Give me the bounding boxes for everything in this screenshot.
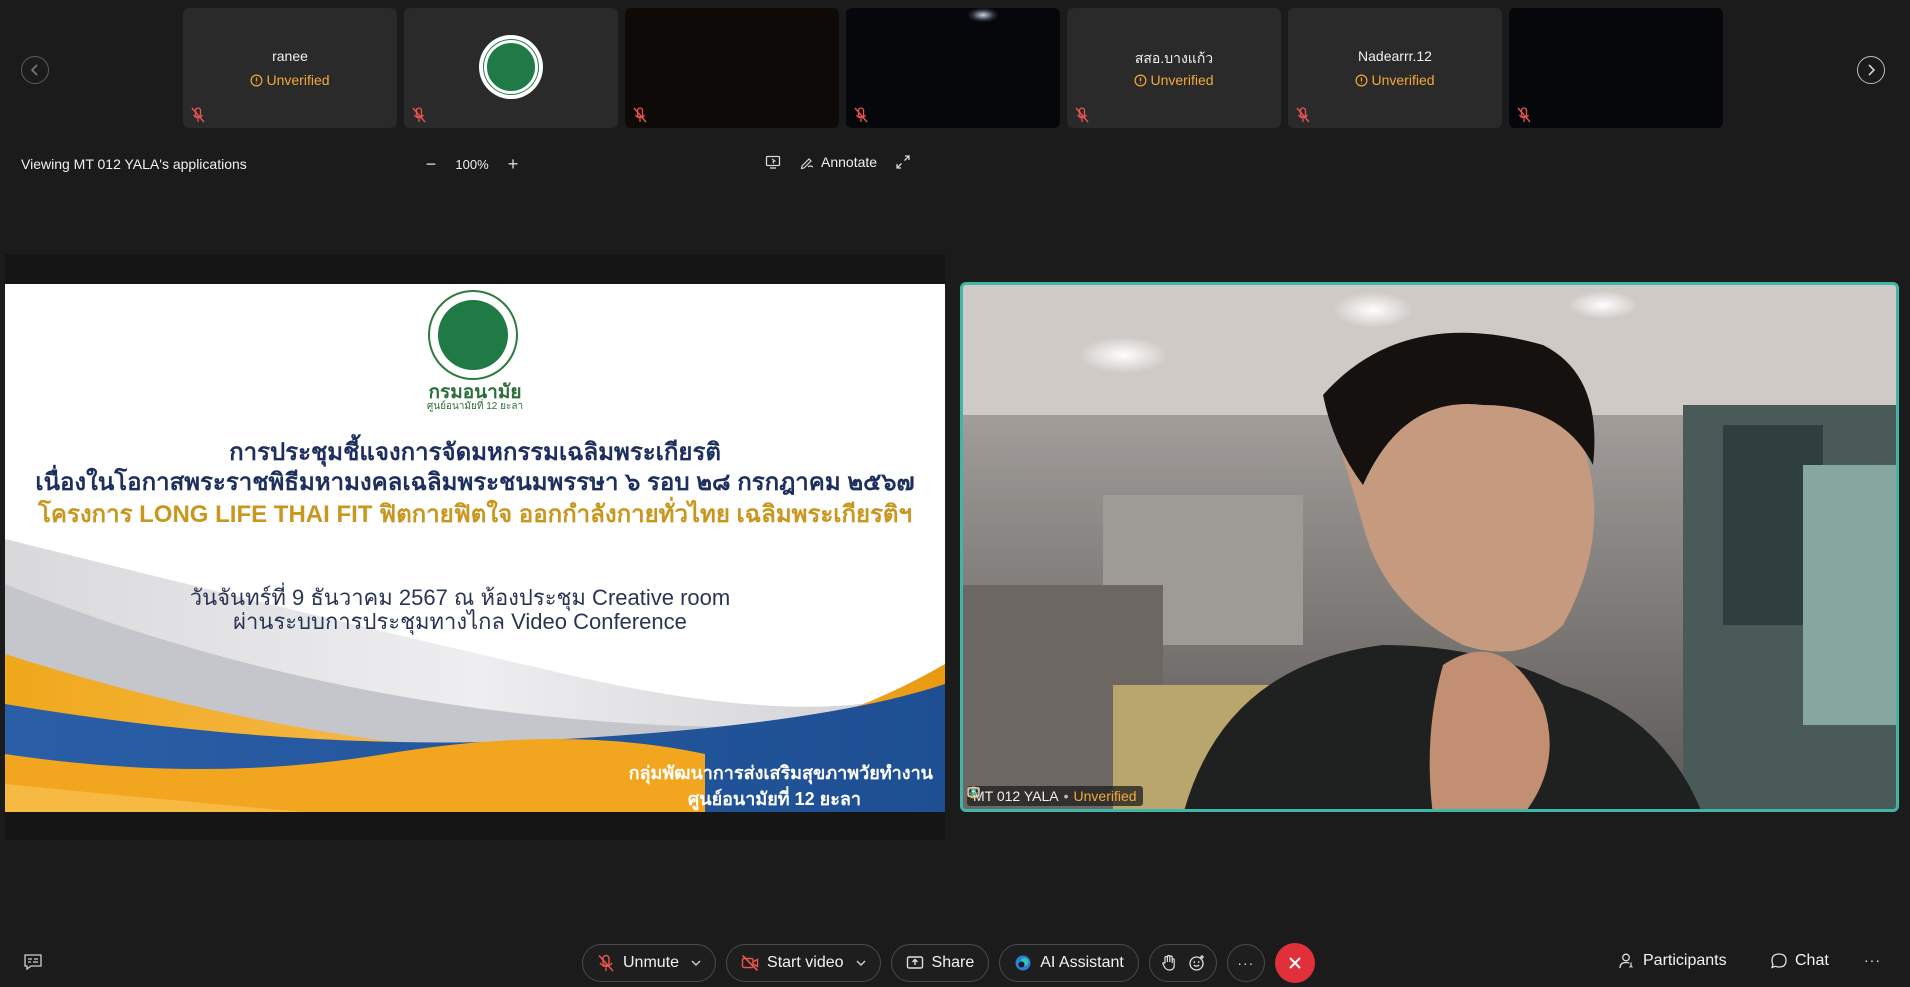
ai-assistant-button[interactable]: AI Assistant xyxy=(999,944,1139,982)
participant-tile[interactable]: สสอ.บางแก้ว Unverified xyxy=(1067,8,1281,128)
mic-off-icon xyxy=(1296,107,1310,123)
more-options-button[interactable]: ··· xyxy=(1226,944,1265,982)
video-feed xyxy=(963,285,1896,809)
screen-share-icon xyxy=(967,787,980,797)
unverified-badge: Unverified xyxy=(1067,72,1281,88)
unverified-badge: Unverified xyxy=(1288,72,1502,88)
chat-button[interactable]: Chat xyxy=(1770,952,1829,970)
chat-label: Chat xyxy=(1795,952,1829,969)
zoom-out-button[interactable]: − xyxy=(422,154,440,175)
slide-footer-line2: ศูนย์อนามัยที่ 12 ยะลา xyxy=(687,789,861,809)
unmute-label: Unmute xyxy=(623,954,680,971)
reactions-group xyxy=(1148,944,1217,982)
slide-title-line3: โครงการ LONG LIFE THAI FIT ฟิตกายฟิตใจ อ… xyxy=(38,501,912,528)
participant-name: สสอ.บางแก้ว xyxy=(1134,50,1214,66)
chevron-right-icon xyxy=(1868,64,1876,76)
mic-off-icon xyxy=(598,954,614,972)
annotate-button[interactable]: Annotate xyxy=(799,154,877,170)
overflow-label: ··· xyxy=(1864,952,1881,968)
chat-icon xyxy=(1770,953,1787,969)
video-name-tag: MT 012 YALA • Unverified xyxy=(967,786,1143,806)
active-speaker-video[interactable]: MT 012 YALA • Unverified xyxy=(960,282,1899,812)
start-video-button[interactable]: Start video xyxy=(726,944,881,982)
mic-off-icon xyxy=(1517,107,1531,123)
ai-assistant-label: AI Assistant xyxy=(1040,954,1124,971)
unmute-button[interactable]: Unmute xyxy=(582,944,717,982)
participants-button[interactable]: Participants xyxy=(1618,952,1727,970)
unverified-label: Unverified xyxy=(1371,72,1435,88)
strip-prev-button[interactable] xyxy=(21,56,49,84)
share-label: Share xyxy=(931,954,975,971)
slide-date-line2: ผ่านระบบการประชุมทางไกล Video Conference xyxy=(233,609,687,634)
close-icon xyxy=(1289,957,1301,969)
unverified-label: Unverified xyxy=(1150,72,1214,88)
unverified-badge: Unverified xyxy=(967,786,1137,804)
warning-circle-icon xyxy=(1134,74,1147,86)
video-off-icon xyxy=(741,954,759,972)
participant-tile[interactable] xyxy=(846,8,1060,128)
slide-org-sub: ศูนย์อนามัยที่ 12 ยะลา xyxy=(426,401,524,412)
unverified-label: Unverified xyxy=(266,72,330,88)
participant-tile[interactable] xyxy=(404,8,618,128)
overflow-menu-button[interactable]: ··· xyxy=(1864,952,1881,968)
annotate-label: Annotate xyxy=(821,154,878,170)
zoom-control: − 100% + xyxy=(422,154,522,175)
ai-assistant-icon xyxy=(1015,955,1031,971)
video-participant-name: MT 012 YALA xyxy=(973,788,1059,804)
participant-tile[interactable] xyxy=(1509,8,1723,128)
shared-screen[interactable]: กรมอนามัย ศูนย์อนามัยที่ 12 ยะลา การประช… xyxy=(5,254,945,840)
meeting-controls: Unmute Start video Share AI Assistant ··… xyxy=(582,943,1315,983)
remote-control-icon[interactable] xyxy=(765,154,781,170)
zoom-in-button[interactable]: + xyxy=(504,154,522,175)
chevron-down-icon[interactable] xyxy=(691,958,701,968)
participant-name: ranee xyxy=(272,48,308,64)
participants-label: Participants xyxy=(1643,952,1727,969)
participants-icon xyxy=(1619,953,1633,969)
participant-tile[interactable]: ranee Unverified xyxy=(183,8,397,128)
meeting-window: ranee Unverified สสอ.บางแก้ว Unverified … xyxy=(0,0,1910,987)
warning-circle-icon xyxy=(1355,74,1368,86)
ministry-emblem xyxy=(428,290,518,380)
warning-circle-icon xyxy=(250,74,263,86)
mic-off-icon xyxy=(412,107,426,123)
captions-icon[interactable] xyxy=(23,953,43,971)
unverified-badge: Unverified xyxy=(183,72,397,88)
emoji-reaction-icon[interactable] xyxy=(1188,954,1206,972)
strip-next-button[interactable] xyxy=(1857,56,1885,84)
chevron-left-icon xyxy=(30,64,38,76)
share-tools: Annotate xyxy=(765,154,911,170)
participant-tile[interactable] xyxy=(625,8,839,128)
slide-footer-line1: กลุ่มพัฒนาการส่งเสริมสุขภาพวัยทำงาน xyxy=(628,763,933,783)
chevron-down-icon[interactable] xyxy=(856,958,866,968)
separator: • xyxy=(1063,788,1069,804)
ministry-logo-avatar xyxy=(479,35,543,99)
participant-tile[interactable]: Nadearrr.12 Unverified xyxy=(1288,8,1502,128)
share-screen-icon xyxy=(906,956,923,969)
fullscreen-icon[interactable] xyxy=(895,154,911,170)
more-label: ··· xyxy=(1237,955,1255,971)
raise-hand-icon[interactable] xyxy=(1160,954,1178,972)
mic-off-icon xyxy=(191,107,205,123)
leave-meeting-button[interactable] xyxy=(1274,943,1315,983)
zoom-value: 100% xyxy=(455,157,489,172)
unverified-label: Unverified xyxy=(1073,788,1137,804)
video-feed-light xyxy=(968,8,998,22)
mic-off-icon xyxy=(1075,107,1089,123)
start-video-label: Start video xyxy=(767,954,844,971)
pen-icon xyxy=(800,158,814,170)
share-button[interactable]: Share xyxy=(890,944,990,982)
mic-off-icon xyxy=(633,107,647,123)
viewing-label: Viewing MT 012 YALA's applications xyxy=(21,156,247,172)
mic-off-icon xyxy=(854,107,868,123)
presentation-slide: กรมอนามัย ศูนย์อนามัยที่ 12 ยะลา การประช… xyxy=(5,284,945,812)
participant-name: Nadearrr.12 xyxy=(1358,48,1432,64)
